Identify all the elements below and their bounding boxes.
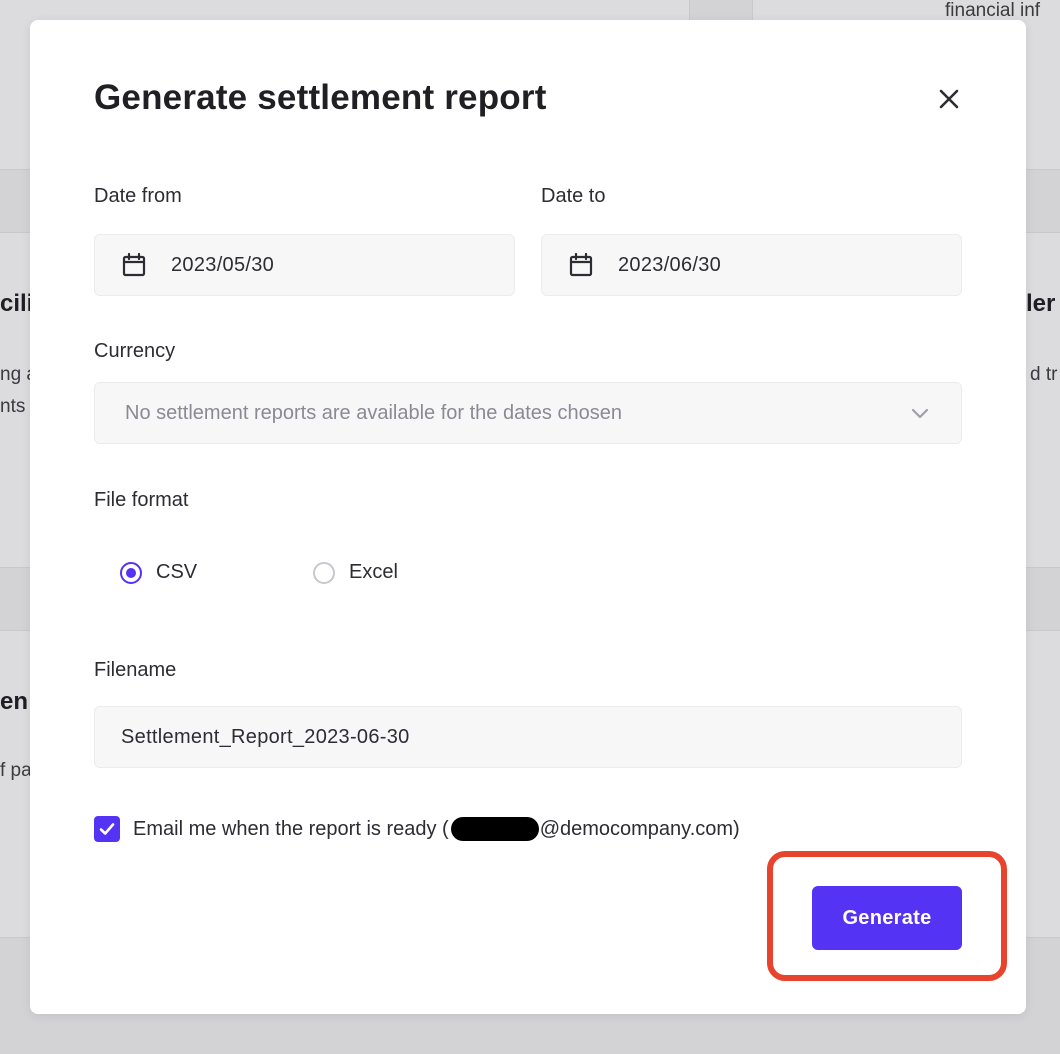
background-text: d tr [1030,364,1058,385]
email-checkbox-label: Email me when the report is ready ( @dem… [133,817,740,841]
background-text: financial inf [945,0,1041,21]
radio-csv[interactable]: CSV [120,561,197,584]
date-from-value: 2023/05/30 [171,253,275,276]
currency-select[interactable]: No settlement reports are available for … [94,382,962,444]
filename-label: Filename [94,659,177,681]
radio-csv-label: CSV [156,561,198,583]
background-heading: cili [0,290,34,317]
modal-title: Generate settlement report [94,78,547,117]
calendar-icon [568,252,594,278]
email-checkbox-row: Email me when the report is ready ( @dem… [94,816,740,842]
close-icon [939,89,959,109]
background-text: nts [0,396,26,417]
redacted-email-user [450,817,539,841]
background-text: f pa [0,760,32,781]
radio-excel-circle [313,561,335,584]
email-label-prefix: Email me when the report is ready ( [133,817,449,840]
currency-label: Currency [94,340,176,362]
radio-csv-circle [120,561,142,584]
filename-input[interactable]: Settlement_Report_2023-06-30 [94,706,962,768]
check-icon [99,823,115,835]
file-format-label: File format [94,489,189,511]
background-heading: en [0,688,29,715]
email-checkbox[interactable] [94,816,120,842]
chevron-down-icon [909,402,931,424]
email-label-suffix: @democompany.com) [539,817,740,840]
filename-value: Settlement_Report_2023-06-30 [121,725,410,748]
generate-button[interactable]: Generate [812,886,962,950]
date-to-input[interactable]: 2023/06/30 [541,234,962,296]
close-button[interactable] [930,80,968,118]
calendar-icon [121,252,147,278]
background-heading: ler [1026,290,1056,317]
radio-excel-label: Excel [349,561,398,583]
generate-report-modal: Generate settlement report Date from 202… [30,20,1026,1014]
date-to-value: 2023/06/30 [618,253,722,276]
date-to-label: Date to [541,185,606,207]
radio-excel[interactable]: Excel [313,561,398,584]
date-from-input[interactable]: 2023/05/30 [94,234,515,296]
date-from-label: Date from [94,185,182,207]
currency-placeholder: No settlement reports are available for … [125,401,622,424]
